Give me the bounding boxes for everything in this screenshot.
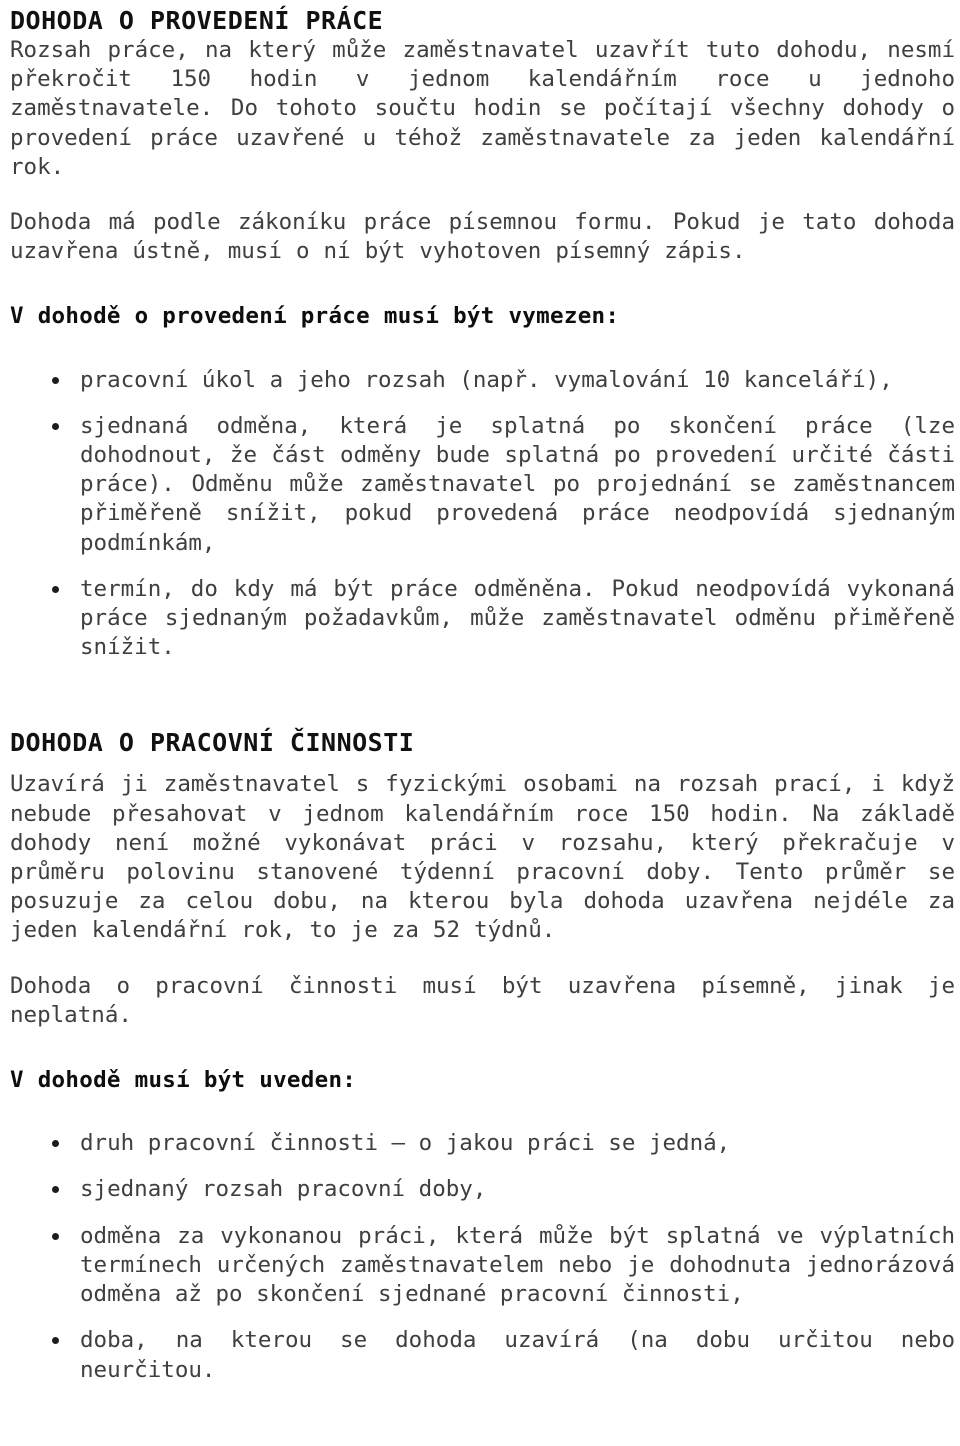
bullet-dot-icon	[52, 422, 59, 430]
paragraph-rozsah-prace: Rozsah práce, na který může zaměstnavate…	[10, 37, 955, 180]
list-item: odměna za vykonanou práci, která může bý…	[10, 1222, 955, 1310]
paragraph-pisemne-jinak-neplatna: Dohoda o pracovní činnosti musí být uzav…	[10, 972, 955, 1028]
list-heading-vymezen: V dohodě o provedení práce musí být vyme…	[10, 303, 620, 330]
list-item: pracovní úkol a jeho rozsah (např. vymal…	[10, 366, 955, 395]
list-item-label: termín, do kdy má být práce odměněna. Po…	[80, 575, 955, 661]
list-item-label: odměna za vykonanou práci, která může bý…	[80, 1222, 955, 1308]
paragraph-uzavira-ji-zamestnavatel: Uzavírá ji zaměstnavatel s fyzickými oso…	[10, 771, 955, 944]
list-item: sjednaný rozsah pracovní doby,	[10, 1175, 955, 1204]
bullet-dot-icon	[52, 585, 59, 593]
list-item-label: sjednaný rozsah pracovní doby,	[80, 1176, 487, 1203]
paragraph-pisemna-forma: Dohoda má podle zákoníku práce písemnou …	[10, 209, 955, 265]
list-item: sjednaná odměna, která je splatná po sko…	[10, 412, 955, 558]
section-heading-dohoda-o-pracovni-cinnosti: DOHODA O PRACOVNÍ ČINNOSTI	[10, 728, 415, 758]
bullet-dot-icon	[52, 1232, 59, 1240]
bullet-dot-icon	[52, 1140, 59, 1148]
list-item-label: sjednaná odměna, která je splatná po sko…	[80, 412, 955, 556]
document-page: DOHODA O PROVEDENÍ PRÁCE Rozsah práce, n…	[0, 0, 960, 1446]
list-item-label: pracovní úkol a jeho rozsah (např. vymal…	[80, 366, 893, 393]
list-heading-uveden: V dohodě musí být uveden:	[10, 1067, 357, 1094]
list-item: doba, na kterou se dohoda uzavírá (na do…	[10, 1326, 955, 1384]
list-dohoda-provedeni-prace: pracovní úkol a jeho rozsah (např. vymal…	[10, 366, 955, 663]
document-body: DOHODA O PROVEDENÍ PRÁCE Rozsah práce, n…	[10, 6, 955, 1385]
list-item: druh pracovní činnosti – o jakou práci s…	[10, 1129, 955, 1158]
list-item-label: doba, na kterou se dohoda uzavírá (na do…	[80, 1327, 955, 1383]
section-heading-dohoda-o-provedeni-prace: DOHODA O PROVEDENÍ PRÁCE	[10, 6, 384, 35]
list-item: termín, do kdy má být práce odměněna. Po…	[10, 575, 955, 663]
bullet-dot-icon	[52, 1186, 59, 1194]
bullet-dot-icon	[52, 376, 59, 384]
section-dohoda-o-provedeni-prace: DOHODA O PROVEDENÍ PRÁCE Rozsah práce, n…	[10, 6, 955, 662]
list-item-label: druh pracovní činnosti – o jakou práci s…	[80, 1130, 731, 1157]
list-dohoda-pracovni-cinnosti: druh pracovní činnosti – o jakou práci s…	[10, 1129, 955, 1384]
bullet-dot-icon	[52, 1337, 59, 1345]
section-dohoda-o-pracovni-cinnosti: DOHODA O PRACOVNÍ ČINNOSTI Uzavírá ji za…	[10, 728, 955, 1384]
